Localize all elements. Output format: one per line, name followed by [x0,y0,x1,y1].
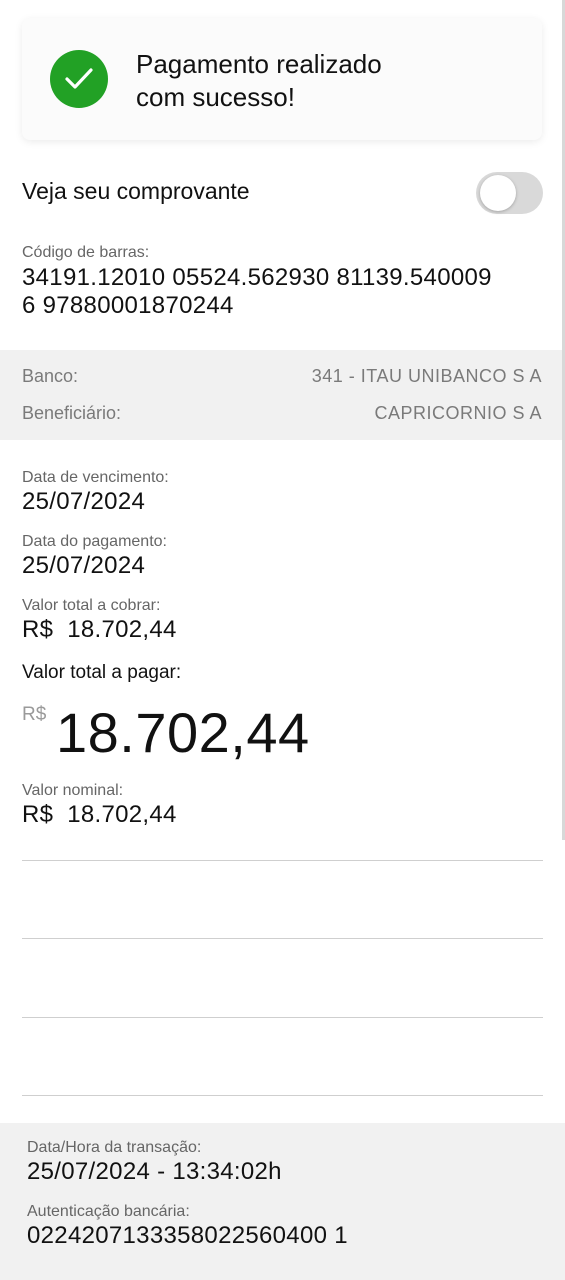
receipt-row: Veja seu comprovante [22,172,543,216]
nominal-label: Valor nominal: [22,782,124,799]
transaction-footer: Data/Hora da transação: 25/07/2024 - 13:… [0,1123,565,1280]
beneficiary-value: CAPRICORNIO S A [374,403,542,423]
bank-info-block: Banco: 341 - ITAU UNIBANCO S A Beneficiá… [0,350,562,440]
success-banner: Pagamento realizado com sucesso! [22,18,542,140]
toggle-knob [480,175,516,211]
check-icon [65,68,93,89]
barcode-line2: 6 97880001870244 [22,292,234,319]
bank-value: 341 - ITAU UNIBANCO S A [311,366,542,386]
barcode-label: Código de barras: [22,244,150,261]
bank-label: Banco: [22,366,79,386]
divider [22,1017,543,1018]
barcode-section: Código de barras: 34191.12010 05524.5629… [22,244,547,320]
auth-value: 0224207133358022560400 1 [27,1222,348,1249]
success-title-line1: Pagamento realizado [136,49,382,79]
payment-date-label: Data do pagamento: [22,533,167,550]
nominal-value: R$ 18.702,44 [22,801,177,828]
success-check-circle [50,50,108,108]
total-charge-value: R$ 18.702,44 [22,616,177,643]
datetime-field: Data/Hora da transação: 25/07/2024 - 13:… [27,1139,282,1186]
success-title-line2: com sucesso! [136,82,295,112]
total-pay-label: Valor total a pagar: [22,662,182,683]
divider [22,860,543,861]
datetime-value: 25/07/2024 - 13:34:02h [27,1158,282,1185]
total-pay-currency: R$ [22,704,47,725]
due-date-value: 25/07/2024 [22,488,146,515]
auth-label: Autenticação bancária: [27,1203,190,1220]
divider [22,938,543,939]
success-message: Pagamento realizado com sucesso! [136,48,436,114]
total-pay-amount: 18.702,44 [56,701,310,764]
receipt-label: Veja seu comprovante [22,178,250,204]
nominal-field: Valor nominal: R$ 18.702,44 [22,782,177,829]
due-date-field: Data de vencimento: 25/07/2024 [22,469,169,516]
beneficiary-label: Beneficiário: [22,403,122,423]
datetime-label: Data/Hora da transação: [27,1139,202,1156]
barcode-value: 34191.12010 05524.562930 81139.540009 6 … [22,264,547,320]
payment-date-field: Data do pagamento: 25/07/2024 [22,533,167,580]
receipt-toggle[interactable] [476,172,543,214]
divider [22,1095,543,1096]
barcode-line1: 34191.12010 05524.562930 81139.540009 [22,264,492,291]
due-date-label: Data de vencimento: [22,469,169,486]
total-charge-field: Valor total a cobrar: R$ 18.702,44 [22,597,177,644]
auth-field: Autenticação bancária: 02242071333580225… [27,1203,348,1250]
payment-date-value: 25/07/2024 [22,552,146,579]
total-charge-label: Valor total a cobrar: [22,597,161,614]
